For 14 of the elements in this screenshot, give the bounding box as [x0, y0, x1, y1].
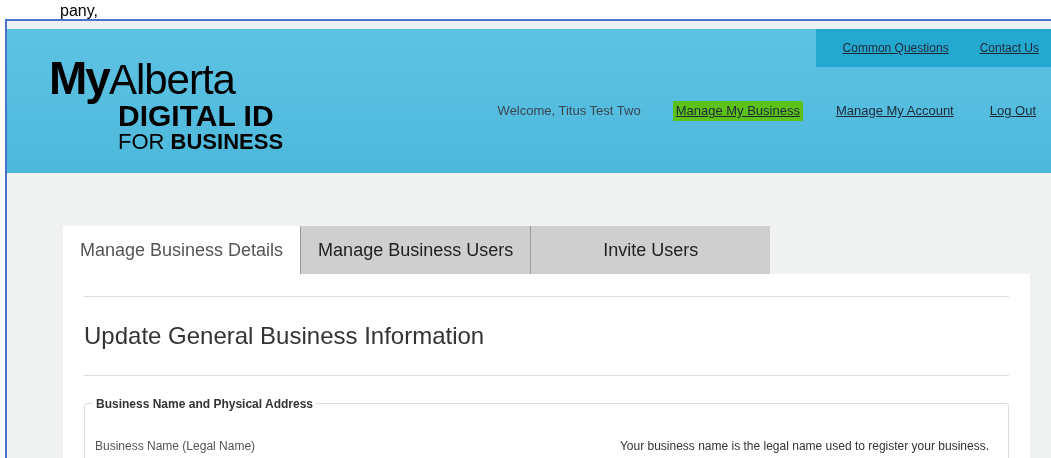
tab[interactable]: Manage Business Users: [300, 226, 531, 274]
field-label: Business Name (Legal Name): [95, 438, 256, 455]
nav-link[interactable]: Log Out: [986, 101, 1039, 121]
tab[interactable]: Invite Users: [530, 226, 771, 274]
nav-link[interactable]: Manage My Business: [672, 101, 803, 121]
utility-link[interactable]: Contact Us: [979, 39, 1039, 57]
help-text: Your business name is the legal name used to register your business.: [619, 438, 990, 455]
utility-link[interactable]: Common Questions: [842, 39, 949, 57]
caption-text: pany,: [60, 3, 98, 19]
logo: MyAlberta DIGITAL ID FOR BUSINESS: [49, 55, 285, 151]
section-heading: Update General Business Information: [84, 321, 486, 351]
welcome-text: Welcome, Titus Test Two: [497, 102, 641, 120]
tab[interactable]: Manage Business Details: [63, 226, 301, 274]
nav-link[interactable]: Manage My Account: [832, 101, 957, 121]
